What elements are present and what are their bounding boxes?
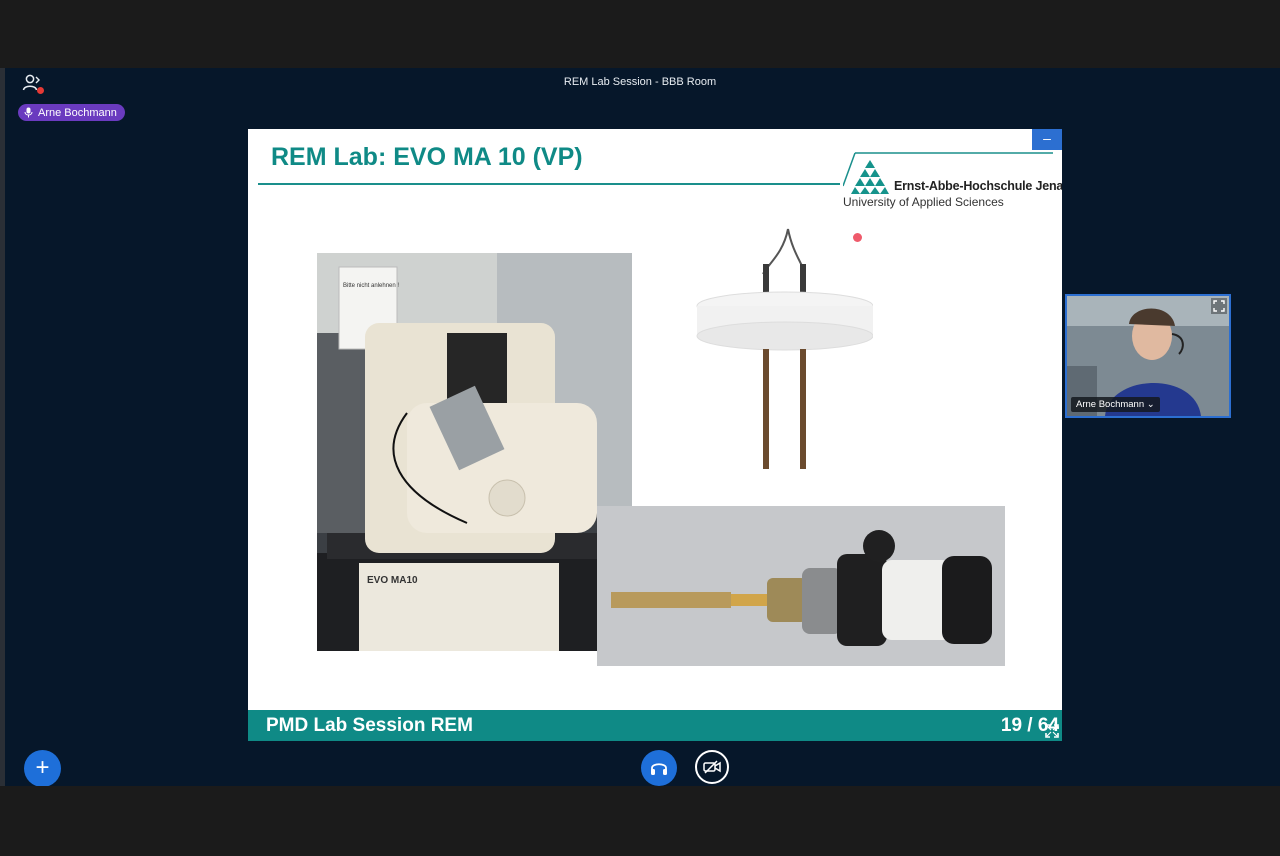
talker-name: Arne Bochmann bbox=[38, 106, 117, 119]
headphones-icon bbox=[651, 763, 667, 775]
letterbox-top bbox=[0, 0, 1280, 68]
logo-institution-name: Ernst-Abbe-Hochschule Jena bbox=[894, 179, 1062, 193]
share-webcam-button[interactable] bbox=[695, 750, 729, 784]
bbb-meeting-app: REM Lab Session - BBB Room ⋮ Arne Bochma… bbox=[0, 68, 1280, 787]
slide-footer: PMD Lab Session REM 19 / 64 bbox=[248, 710, 1062, 741]
fullscreen-presentation-icon[interactable] bbox=[1044, 723, 1060, 739]
presentation-slide: REM Lab: EVO MA 10 (VP) Ernst-Abbe-Hochs… bbox=[248, 129, 1062, 741]
logo-subtitle: University of Applied Sciences bbox=[843, 195, 1004, 209]
more-options-icon[interactable]: ⋮ bbox=[1274, 76, 1280, 92]
actions-plus-button[interactable]: + bbox=[24, 750, 61, 787]
letterbox-bottom bbox=[0, 786, 1280, 856]
mic-icon bbox=[24, 107, 33, 118]
webcam-participant-name[interactable]: Arne Bochmann ⌄ bbox=[1071, 397, 1160, 412]
notification-dot bbox=[37, 87, 44, 94]
sign-text: Bitte nicht anlehnen ! bbox=[343, 283, 399, 289]
eah-logo-icon bbox=[851, 160, 889, 194]
expand-webcam-icon[interactable] bbox=[1211, 298, 1227, 314]
audio-button[interactable] bbox=[641, 750, 677, 786]
talking-indicator[interactable]: Arne Bochmann bbox=[18, 104, 125, 121]
slide-title: REM Lab: EVO MA 10 (VP) bbox=[271, 143, 583, 171]
filament-photo bbox=[693, 224, 873, 474]
microscope-photo: Bitte nicht anlehnen ! EVO MA10 bbox=[317, 253, 632, 651]
minimize-presentation-button[interactable]: – bbox=[1032, 129, 1062, 150]
room-title: REM Lab Session - BBB Room bbox=[563, 76, 717, 88]
webcam-tile[interactable]: Arne Bochmann ⌄ bbox=[1065, 294, 1231, 418]
left-window-edge bbox=[0, 68, 5, 786]
footer-session-title: PMD Lab Session REM bbox=[266, 715, 473, 736]
title-divider bbox=[258, 183, 840, 185]
microscope-caption: EVO MA10 bbox=[367, 575, 418, 586]
sample-holder-photo bbox=[597, 506, 1005, 666]
video-off-icon bbox=[703, 760, 721, 774]
